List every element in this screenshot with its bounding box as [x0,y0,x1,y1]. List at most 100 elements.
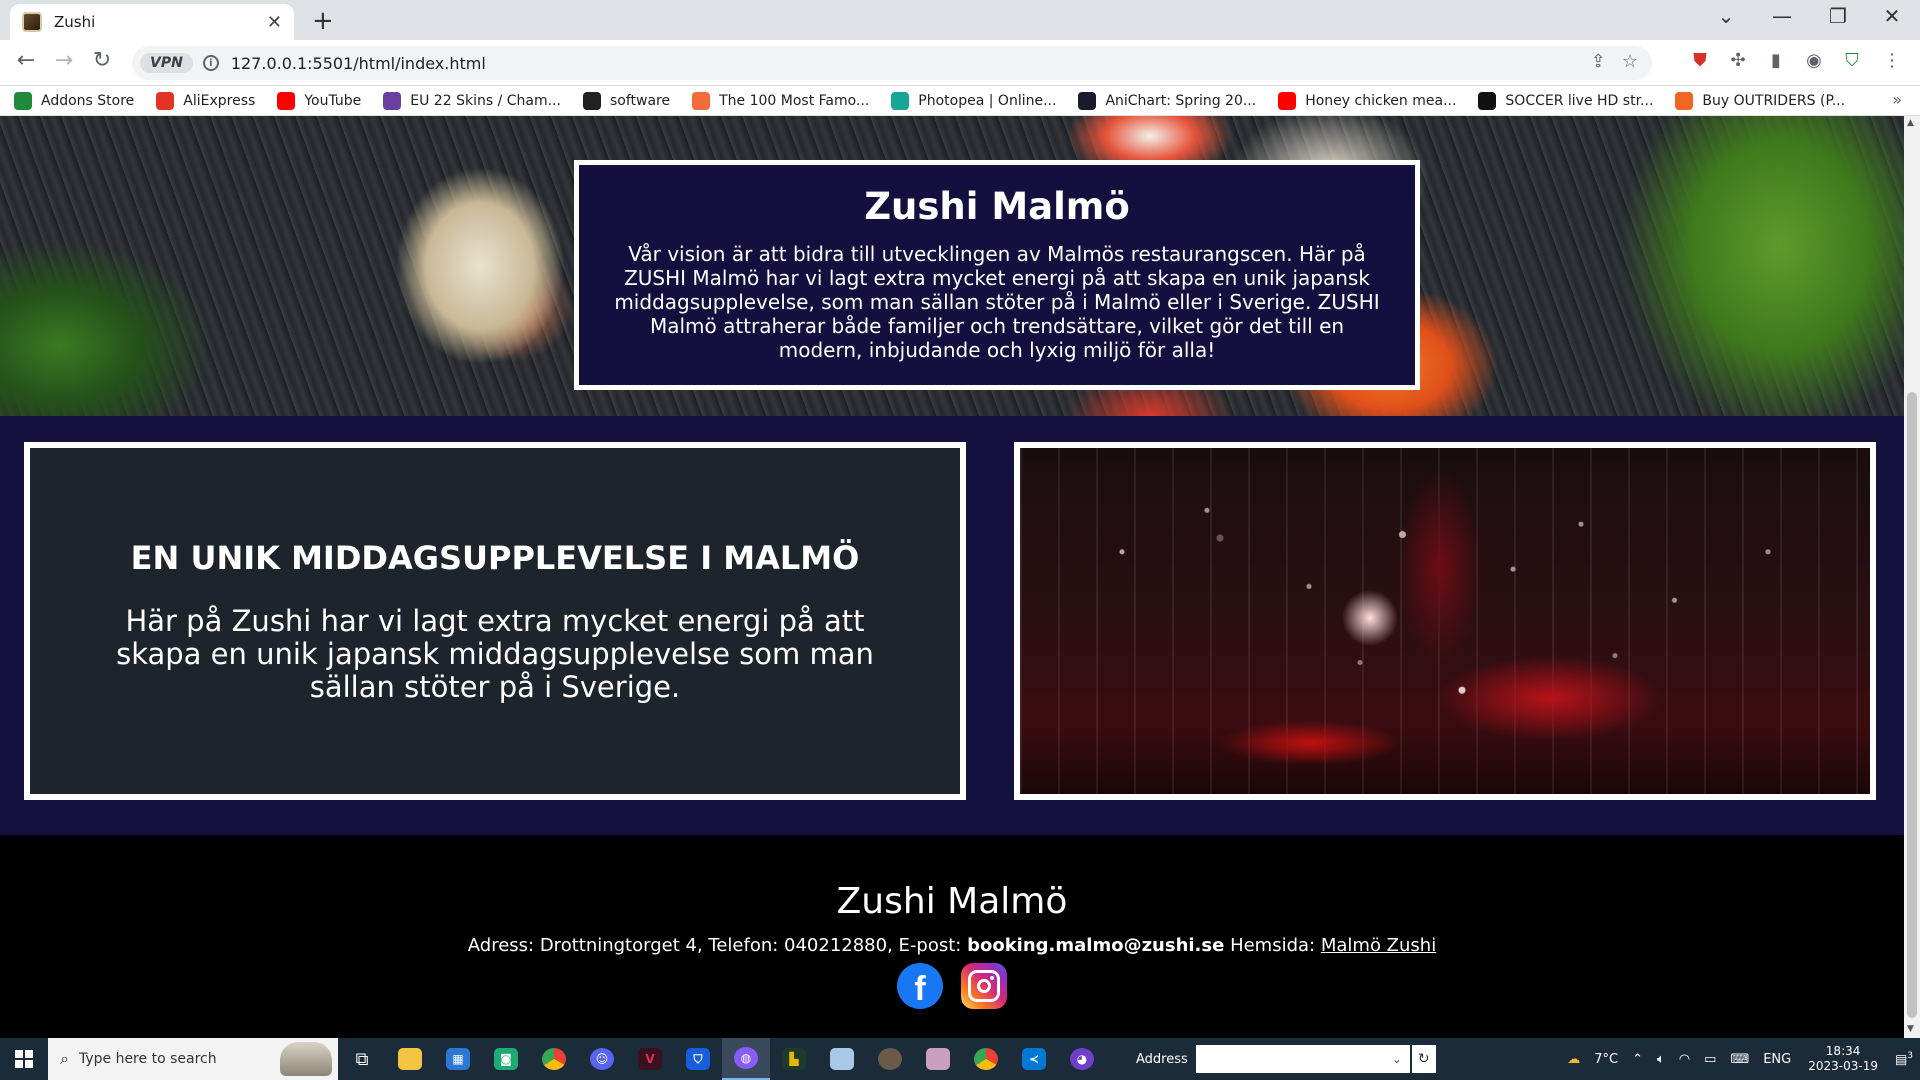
bookmark-item[interactable]: Honey chicken mea... [1278,91,1456,110]
footer-email: booking.malmo@zushi.se [967,935,1225,956]
task-view-icon[interactable]: ⧉ [338,1038,386,1080]
page-scrollbar[interactable]: ▲ ▼ [1904,116,1920,1038]
footer-title: Zushi Malmö [836,881,1068,922]
chrome-icon[interactable] [530,1038,578,1080]
tab-title: Zushi [54,13,96,31]
bookmark-item[interactable]: Photopea | Online... [891,91,1057,110]
bookmark-item[interactable]: EU 22 Skins / Cham... [383,91,561,110]
tab-search-icon[interactable]: ⌄ [1706,4,1746,28]
bookmark-label: Photopea | Online... [918,92,1057,109]
bookmark-item[interactable]: AniChart: Spring 20... [1078,91,1256,110]
instagram-icon[interactable] [961,963,1007,1009]
close-window-button[interactable]: ✕ [1872,4,1912,28]
app-green-book-icon[interactable]: ▙ [770,1038,818,1080]
battery-icon[interactable]: ▭ [1704,1052,1716,1067]
social-links: f [0,963,1904,1009]
vpn-badge[interactable]: VPN [140,53,193,73]
bookmark-label: YouTube [304,92,362,109]
footer-contact: Adress: Drottningtorget 4, Telefon: 0402… [0,935,1904,956]
volume-icon[interactable]: 🔈︎ [1657,1052,1665,1067]
browser-tab-bar: Zushi ✕ + ⌄ — ❐ ✕ [0,0,1920,40]
bookmark-label: EU 22 Skins / Cham... [410,92,561,109]
maximize-button[interactable]: ❐ [1818,4,1858,28]
bookmark-favicon-icon [692,91,711,110]
address-bar[interactable]: VPN i 127.0.0.1:5501/html/index.html ⇪ ☆ [132,46,1652,80]
bookmark-star-icon[interactable]: ☆ [1622,51,1638,72]
search-highlight-image [280,1042,332,1076]
share-icon[interactable]: ⇪ [1591,51,1606,72]
bookmark-favicon-icon [156,91,175,110]
notes-app-icon[interactable] [818,1038,866,1080]
new-tab-button[interactable]: + [312,6,334,36]
windows-logo-icon [15,1050,33,1068]
chrome-profile-icon[interactable] [962,1038,1010,1080]
bookmark-favicon-icon [14,91,32,110]
app-red-icon[interactable]: V [626,1038,674,1080]
notifications-icon[interactable]: ▤3 [1895,1051,1913,1067]
bookmark-item[interactable]: Addons Store [14,91,135,110]
search-placeholder: Type here to search [78,1051,217,1067]
wifi-icon[interactable]: ◠ [1679,1052,1690,1067]
bookmark-favicon-icon [277,91,296,110]
bookmark-item[interactable]: Buy OUTRIDERS (P... [1675,91,1845,110]
discord-icon[interactable]: ☺ [578,1038,626,1080]
back-icon[interactable]: ← [10,48,42,73]
bookmark-item[interactable]: AliExpress [156,91,255,110]
github-desktop-icon[interactable]: ◕ [1058,1038,1106,1080]
bitwarden-icon[interactable]: ⛉ [674,1038,722,1080]
bookmark-favicon-icon [1078,91,1097,110]
tray-chevron-up-icon[interactable]: ⌃ [1632,1052,1643,1067]
footer-website-link[interactable]: Malmö Zushi [1321,935,1436,956]
app-avatar-icon[interactable] [866,1038,914,1080]
address-go-icon[interactable]: ↻ [1411,1045,1436,1073]
weather-temp[interactable]: 7°C [1594,1052,1618,1067]
taskbar-search[interactable]: ⌕ Type here to search [48,1038,338,1080]
feature-title: EN UNIK MIDDAGSUPPLEVELSE I MALMÖ [130,538,860,577]
browser-tab[interactable]: Zushi ✕ [10,4,294,40]
more-bookmarks-icon[interactable]: » [1892,90,1902,109]
bookmark-label: Addons Store [41,92,135,109]
bookmark-item[interactable]: SOCCER live HD str... [1478,91,1653,110]
bookmark-favicon-icon [1278,91,1297,110]
keyboard-icon[interactable]: ⌨ [1730,1052,1749,1067]
bookmark-item[interactable]: software [582,91,670,110]
scroll-down-icon[interactable]: ▼ [1907,1024,1914,1034]
profile-avatar-icon[interactable]: ◉ [1802,50,1826,74]
hero-banner: Zushi Malmö Vår vision är att bidra till… [0,116,1904,416]
bookmark-item[interactable]: The 100 Most Famo... [692,91,869,110]
bookmarks-bar: Addons Store AliExpress YouTube EU 22 Skins… [0,86,1920,116]
brave-browser-icon[interactable]: ◍ [722,1038,770,1080]
side-panel-icon[interactable]: ▮ [1764,50,1788,74]
chevron-down-icon[interactable]: ⌄ [1392,1052,1402,1066]
facebook-icon[interactable]: f [897,963,943,1009]
bookmark-favicon-icon [891,91,910,110]
forward-icon[interactable]: → [48,48,80,73]
bookmark-favicon-icon [1478,91,1497,110]
security-extension-icon[interactable]: ⛉ [1840,50,1864,74]
url-text[interactable]: 127.0.0.1:5501/html/index.html [231,54,486,73]
clock[interactable]: 18:34 2023-03-19 [1808,1044,1878,1074]
reload-icon[interactable]: ↻ [86,48,118,73]
adblock-extension-icon[interactable]: ⛊ [1688,50,1712,74]
bookmark-favicon-icon [383,91,402,110]
start-button[interactable] [0,1038,48,1080]
microsoft-store-icon[interactable]: ▦ [434,1038,482,1080]
close-tab-icon[interactable]: ✕ [267,12,282,33]
windows-taskbar: ⌕ Type here to search ⧉ ▦ ◙ ☺ V ⛉ ◍ ▙ ≺ … [0,1038,1920,1080]
scroll-up-icon[interactable]: ▲ [1907,118,1914,128]
bookmark-item[interactable]: YouTube [277,91,362,110]
vision-text: Vår vision är att bidra till utvecklinge… [614,242,1380,362]
app-character-icon[interactable] [914,1038,962,1080]
site-info-icon[interactable]: i [202,55,219,71]
minimize-button[interactable]: — [1762,4,1802,28]
footer-website-label: Hemsida: [1230,935,1316,956]
taskbar-address-input[interactable]: ⌄ [1195,1045,1410,1073]
vscode-icon[interactable]: ≺ [1010,1038,1058,1080]
app-green-icon[interactable]: ◙ [482,1038,530,1080]
language-indicator[interactable]: ENG [1763,1052,1791,1067]
menu-kebab-icon[interactable]: ⋮ [1880,50,1904,74]
extensions-puzzle-icon[interactable]: ✣ [1726,50,1750,74]
scrollbar-thumb[interactable] [1907,392,1917,1018]
file-explorer-icon[interactable] [386,1038,434,1080]
weather-icon[interactable]: ☁ [1567,1052,1580,1067]
